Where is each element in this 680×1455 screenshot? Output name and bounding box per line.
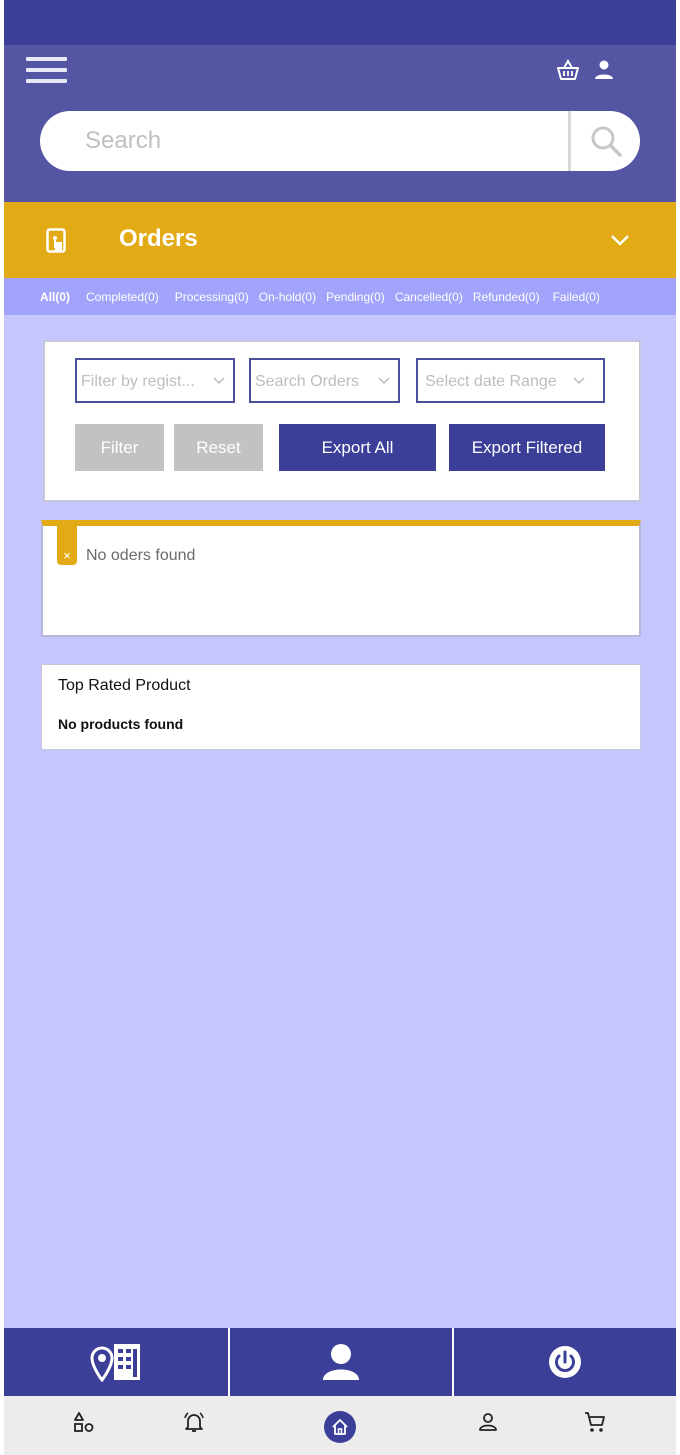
chevron-down-icon — [213, 377, 225, 385]
top-rated-title: Top Rated Product — [58, 677, 191, 694]
tab-on-hold[interactable]: On-hold(0) — [259, 290, 316, 304]
account-icon[interactable] — [476, 1410, 500, 1434]
export-all-button[interactable]: Export All — [279, 424, 436, 471]
notifications-icon[interactable] — [182, 1410, 206, 1434]
date-range-text: Select date Range — [425, 373, 557, 390]
hamburger-icon[interactable] — [26, 57, 67, 83]
search-bar — [40, 111, 640, 171]
home-button[interactable] — [324, 1411, 356, 1443]
chevron-down-icon — [573, 377, 585, 385]
registration-filter-text: Filter by regist... — [81, 373, 195, 390]
tab-refunded[interactable]: Refunded(0) — [473, 290, 540, 304]
filter-panel: Filter by regist... Search Orders Select… — [43, 340, 641, 502]
filter-button[interactable]: Filter — [75, 424, 164, 471]
tab-completed[interactable]: Completed(0) — [86, 290, 159, 304]
action-bar — [4, 1328, 676, 1396]
top-rated-card: Top Rated Product No products found — [41, 664, 641, 750]
chevron-down-icon[interactable] — [608, 230, 632, 250]
bottom-navigation — [4, 1396, 676, 1455]
profile-icon — [323, 1344, 359, 1380]
basket-icon[interactable] — [556, 58, 580, 82]
tab-processing[interactable]: Processing(0) — [175, 290, 249, 304]
cart-icon[interactable] — [583, 1410, 607, 1434]
top-header — [4, 45, 676, 202]
orders-header[interactable]: Orders — [4, 202, 676, 278]
orders-title: Orders — [119, 225, 198, 252]
profile-button[interactable] — [228, 1328, 452, 1396]
search-orders-select[interactable]: Search Orders — [249, 358, 400, 403]
no-products-message: No products found — [58, 716, 184, 732]
app-screen: Orders All(0) Completed(0) Processing(0)… — [4, 0, 676, 1455]
reset-button[interactable]: Reset — [174, 424, 263, 471]
orders-result-card: × No oders found — [41, 520, 641, 637]
header-icons — [556, 58, 616, 82]
status-bar — [4, 0, 676, 45]
home-icon — [332, 1419, 348, 1435]
no-orders-message: No oders found — [86, 547, 196, 564]
power-button[interactable] — [452, 1328, 676, 1396]
export-filtered-button[interactable]: Export Filtered — [449, 424, 605, 471]
chevron-down-icon — [378, 377, 390, 385]
power-icon — [549, 1346, 581, 1378]
tab-all[interactable]: All(0) — [40, 290, 70, 304]
store-location-icon — [90, 1344, 140, 1382]
search-orders-text: Search Orders — [255, 373, 360, 390]
tab-pending[interactable]: Pending(0) — [326, 290, 385, 304]
tab-failed[interactable]: Failed(0) — [553, 290, 600, 304]
orders-icon — [46, 228, 66, 253]
search-icon — [591, 126, 622, 157]
store-location-button[interactable] — [4, 1328, 228, 1396]
tab-cancelled[interactable]: Cancelled(0) — [395, 290, 463, 304]
categories-icon[interactable] — [72, 1410, 96, 1434]
registration-filter-select[interactable]: Filter by regist... — [75, 358, 235, 403]
date-range-select[interactable]: Select date Range — [416, 358, 605, 403]
search-button[interactable] — [571, 111, 640, 171]
user-icon[interactable] — [592, 58, 616, 82]
order-status-tabs: All(0) Completed(0) Processing(0) On-hol… — [4, 278, 676, 315]
search-input[interactable] — [40, 111, 568, 171]
close-icon[interactable]: × — [57, 526, 77, 565]
